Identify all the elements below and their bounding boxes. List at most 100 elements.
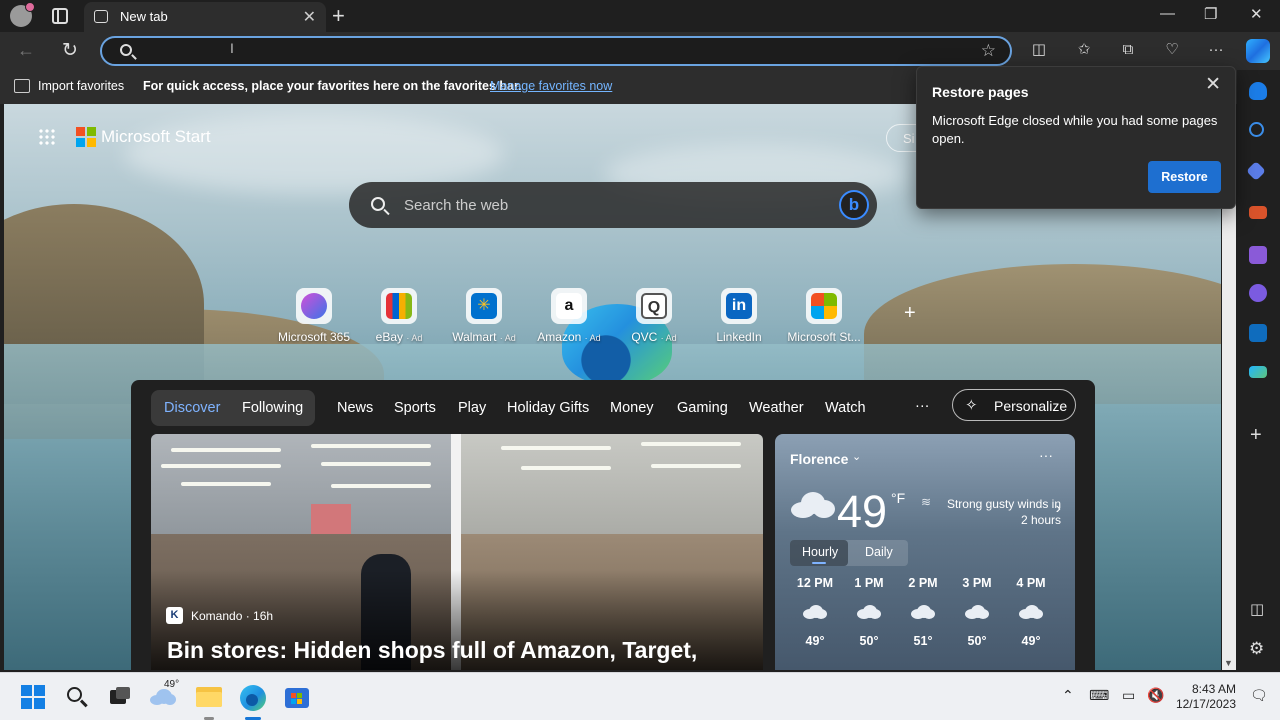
close-window-icon[interactable]: ✕ [1250, 5, 1263, 23]
chevron-right-icon[interactable]: › [1056, 500, 1061, 518]
tab-new-tab[interactable]: New tab ✕ [84, 2, 326, 32]
quick-link-ebay[interactable]: eBay · Ad [359, 288, 439, 344]
pivot-gaming[interactable]: Gaming [677, 400, 728, 416]
edge-taskbar-icon[interactable] [239, 683, 267, 720]
show-hidden-icons-icon[interactable]: ⌃ [1062, 687, 1074, 704]
windows-taskbar: 49° ⌃ ⌨ ▭ 🔇 8:43 AM 12/17/2023 🗨 [0, 672, 1280, 720]
back-icon[interactable]: ← [17, 40, 35, 61]
ad-badge: · Ad [660, 333, 677, 343]
search-sidebar-icon[interactable] [1249, 122, 1264, 137]
new-tab-button[interactable]: + [332, 3, 345, 29]
quick-link-amazon[interactable]: a Amazon · Ad [529, 288, 609, 344]
quick-link-label: Walmart [452, 330, 497, 344]
chevron-down-icon[interactable]: ⌄ [852, 450, 861, 463]
refresh-icon[interactable]: ↻ [62, 39, 78, 62]
pivot-news[interactable]: News [337, 400, 373, 416]
file-explorer-icon[interactable] [195, 683, 223, 720]
volume-muted-icon[interactable]: 🔇 [1147, 687, 1164, 704]
tools-icon[interactable] [1249, 206, 1267, 219]
restore-button[interactable]: Restore [1148, 161, 1221, 193]
browser-essentials-icon[interactable]: ♡ [1163, 41, 1181, 59]
close-icon[interactable]: ✕ [1205, 73, 1221, 96]
microsoft-store-taskbar-icon[interactable] [283, 683, 311, 711]
pivot-following[interactable]: Following [242, 400, 303, 416]
profile-avatar[interactable] [10, 2, 35, 27]
pivot-holiday-gifts[interactable]: Holiday Gifts [507, 400, 589, 416]
article-headline[interactable]: Bin stores: Hidden shops full of Amazon,… [167, 637, 697, 664]
outlook-icon[interactable] [1249, 324, 1267, 342]
favorite-star-icon[interactable]: ☆ [981, 41, 996, 61]
pivot-discover[interactable]: Discover [164, 400, 220, 416]
app-launcher-icon[interactable] [38, 128, 56, 146]
tab-close-icon[interactable]: ✕ [303, 7, 316, 27]
pivot-weather[interactable]: Weather [749, 400, 804, 416]
sparkle-icon: ✧ [965, 397, 978, 414]
cloud-icon [857, 605, 881, 619]
drop-icon[interactable] [1249, 366, 1267, 378]
system-clock[interactable]: 8:43 AM 12/17/2023 [1174, 682, 1236, 712]
start-icon[interactable] [21, 685, 45, 709]
weather-city[interactable]: Florence [790, 451, 848, 467]
weather-alert[interactable]: Strong gusty winds in 2 hours [939, 496, 1061, 528]
pivot-play[interactable]: Play [458, 400, 486, 416]
weather-card[interactable]: Florence ⌄ ··· 49 °F ≋ Strong gusty wind… [775, 434, 1075, 670]
tab-hourly[interactable]: Hourly [802, 545, 838, 559]
news-feed: Discover Following News Sports Play Holi… [131, 380, 1095, 670]
quick-link-qvc[interactable]: Q QVC · Ad [614, 288, 694, 344]
sidebar-settings-icon[interactable]: ⚙ [1249, 639, 1264, 659]
temperature-unit[interactable]: °F [891, 490, 905, 506]
bing-chat-icon[interactable]: b [839, 190, 869, 220]
network-icon[interactable]: ▭ [1122, 687, 1135, 704]
hourly-forecast-item[interactable]: 1 PM 50° [844, 576, 894, 648]
quick-link-label: Amazon [537, 330, 582, 344]
pivot-sports[interactable]: Sports [394, 400, 436, 416]
pivot-watch[interactable]: Watch [825, 400, 866, 416]
split-screen-icon[interactable]: ◫ [1030, 41, 1048, 59]
shopping-icon[interactable] [1246, 161, 1266, 181]
tab-actions-icon[interactable] [52, 8, 68, 24]
brand-title[interactable]: Microsoft Start [101, 127, 211, 147]
copilot-icon[interactable] [1246, 39, 1270, 63]
pivot-more-icon[interactable]: ··· [915, 398, 930, 414]
import-favorites-button[interactable]: Import favorites [38, 79, 124, 93]
keyboard-icon[interactable]: ⌨ [1089, 687, 1109, 704]
add-sidebar-app-icon[interactable]: + [1250, 424, 1262, 447]
quick-link-walmart[interactable]: ✳ Walmart · Ad [444, 288, 524, 344]
hero-article-card[interactable]: K Komando · 16h Bin stores: Hidden shops… [151, 434, 763, 670]
notifications-icon[interactable]: 🗨 [1250, 687, 1268, 704]
add-quick-link-icon[interactable]: + [904, 302, 916, 325]
hourly-forecast-item[interactable]: 12 PM 49° [790, 576, 840, 648]
more-options-icon[interactable]: ··· [1039, 447, 1053, 463]
manage-favorites-link[interactable]: Manage favorites now [490, 79, 612, 93]
favorites-icon[interactable]: ✩ [1075, 41, 1093, 59]
minimize-icon[interactable]: — [1160, 5, 1175, 22]
quick-link-label: Microsoft 365 [277, 330, 351, 344]
cloud-icon [1019, 605, 1043, 619]
ad-badge: · Ad [406, 333, 423, 343]
search-icon [120, 44, 132, 56]
personalize-button[interactable]: ✧ Personalize [952, 389, 1076, 421]
hourly-forecast-item[interactable]: 2 PM 51° [898, 576, 948, 648]
restore-window-icon[interactable]: ❐ [1204, 5, 1217, 23]
toolbar: ← ↻ I ☆ ◫ ✩ ⧉ ♡ ··· [0, 32, 1280, 70]
quick-link-microsoft-store[interactable]: Microsoft St... [784, 288, 864, 344]
task-view-icon[interactable] [106, 683, 134, 711]
pivot-money[interactable]: Money [610, 400, 654, 416]
quick-link-linkedin[interactable]: in LinkedIn [699, 288, 779, 344]
microsoft-365-icon [301, 293, 327, 319]
qvc-icon: Q [641, 293, 667, 319]
quick-link-microsoft-365[interactable]: Microsoft 365 [274, 288, 354, 344]
search-icon[interactable] [64, 683, 92, 711]
games-icon[interactable] [1249, 246, 1267, 264]
hourly-forecast-item[interactable]: 3 PM 50° [952, 576, 1002, 648]
notifications-icon[interactable] [1249, 82, 1267, 100]
tab-daily[interactable]: Daily [865, 545, 893, 559]
web-search-box[interactable]: Search the web b [349, 182, 877, 228]
collections-icon[interactable]: ⧉ [1119, 41, 1137, 59]
address-bar[interactable]: I ☆ [100, 36, 1012, 66]
scroll-down-icon[interactable]: ▼ [1224, 658, 1233, 668]
microsoft-365-icon[interactable] [1249, 284, 1267, 302]
hide-sidebar-icon[interactable]: ◫ [1250, 600, 1264, 618]
settings-more-icon[interactable]: ··· [1207, 41, 1225, 59]
hourly-forecast-item[interactable]: 4 PM 49° [1006, 576, 1056, 648]
